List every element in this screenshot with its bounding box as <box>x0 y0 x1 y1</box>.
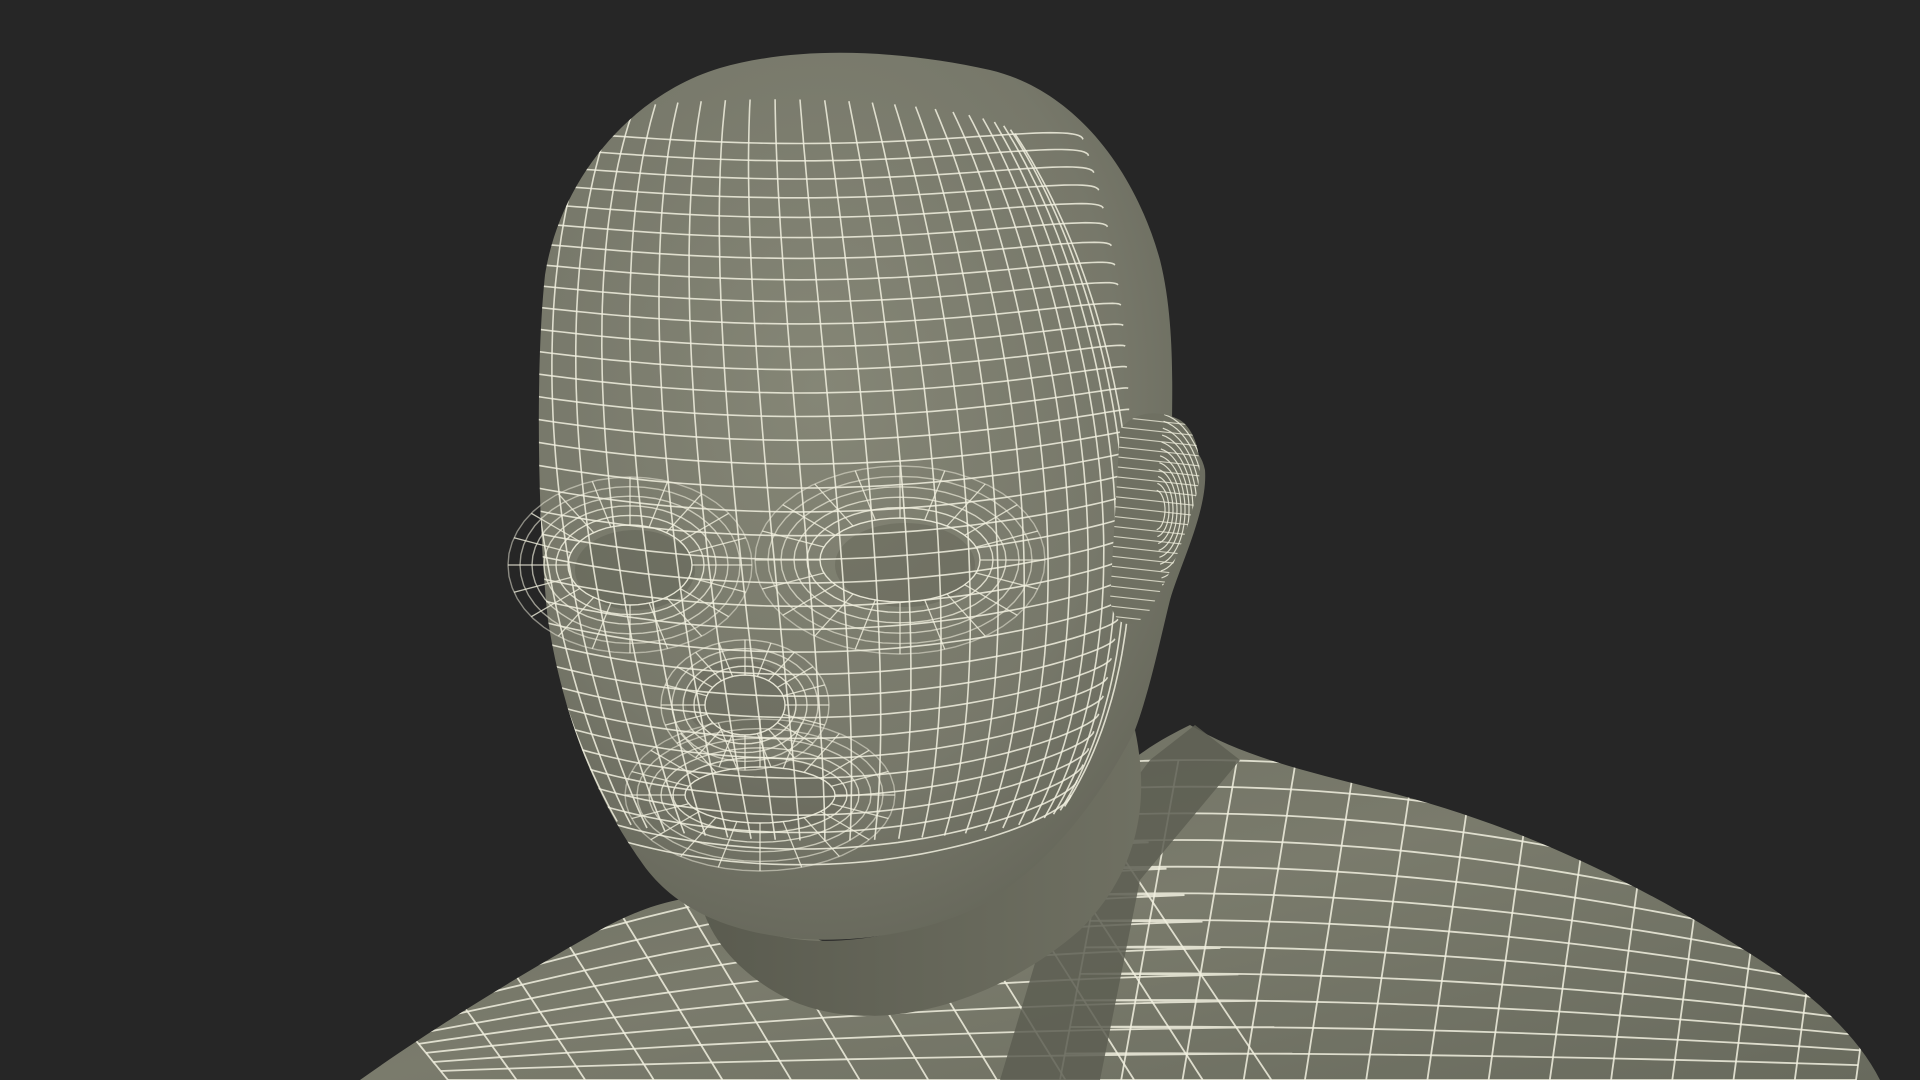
render-viewport <box>0 0 1920 1080</box>
wireframe-bust-render <box>0 0 1920 1080</box>
